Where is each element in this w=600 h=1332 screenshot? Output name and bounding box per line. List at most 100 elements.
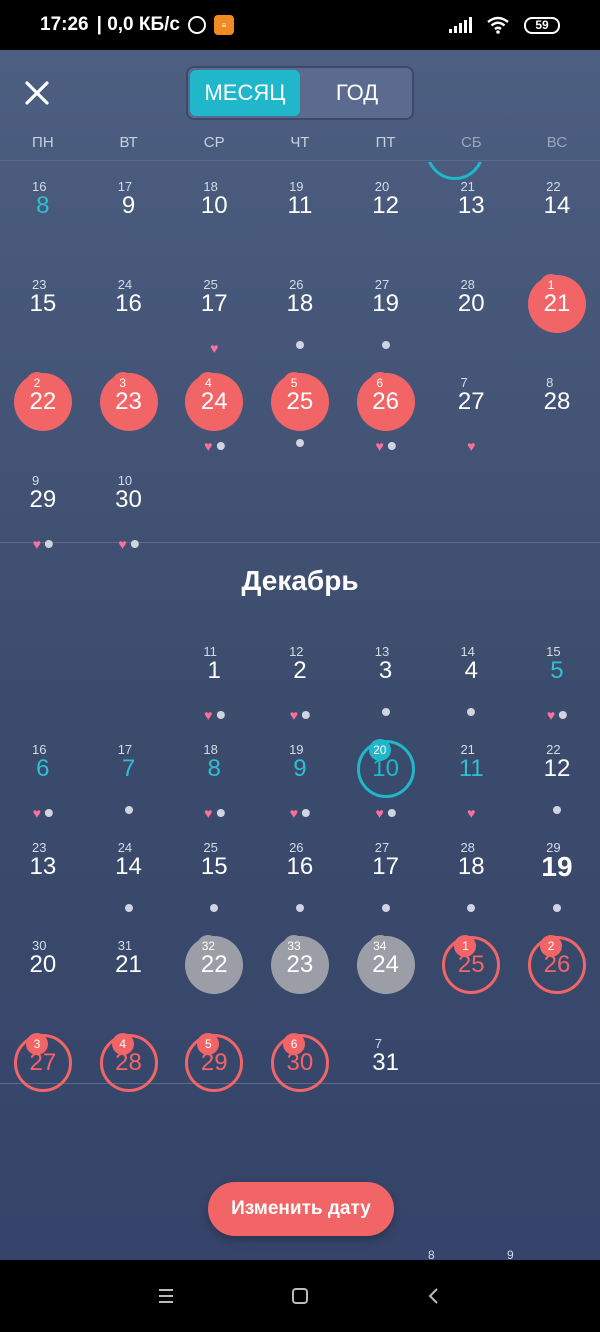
weekday-labels: ПН ВТ СР ЧТ ПТ СБ ВС — [0, 134, 600, 151]
day-number: 12 — [372, 192, 399, 219]
day-number: 19 — [541, 851, 573, 882]
calendar-day[interactable]: 18 26 — [257, 220, 343, 349]
cycle-day-badge: 3 — [26, 1033, 48, 1055]
calendar-day[interactable]: 24 4 ♥ — [171, 318, 257, 453]
calendar-day[interactable]: 13 23 — [0, 783, 86, 881]
close-icon[interactable] — [22, 78, 52, 108]
back-icon[interactable] — [422, 1284, 446, 1308]
cycle-day-label: 16 — [32, 179, 47, 194]
calendar-day[interactable]: 21 31 — [86, 881, 172, 979]
calendar-scroll[interactable]: 8 16 9 17 10 18 11 19 12 20 13 21 14 22 15 23 16 24 17 25 ♥ 1… — [0, 162, 600, 1260]
calendar-day[interactable]: 16 24 — [86, 220, 172, 318]
cycle-day-label: 18 — [203, 179, 218, 194]
week-row: 8 16 9 17 10 18 11 19 12 20 13 21 14 22 — [0, 162, 600, 220]
calendar-day[interactable]: 14 24 — [86, 783, 172, 912]
status-speed: | 0,0 КБ/с — [96, 14, 180, 35]
day-number: 24 — [372, 951, 399, 978]
calendar-day[interactable]: 30 10 ♥ — [86, 416, 172, 551]
calendar-day[interactable]: 9 17 — [86, 162, 172, 220]
calendar-day[interactable]: 12 22 — [514, 685, 600, 814]
day-number: 21 — [115, 951, 142, 978]
calendar-day[interactable]: 29 5 — [171, 979, 257, 1092]
calendar-day[interactable]: 23 33 — [257, 881, 343, 994]
tab-month[interactable]: МЕСЯЦ — [190, 70, 300, 116]
weekday-sun: ВС — [546, 134, 568, 151]
calendar-day[interactable]: 15 23 — [0, 220, 86, 318]
menu-icon[interactable] — [154, 1284, 178, 1308]
calendar-day[interactable]: 9 19 ♥ — [257, 685, 343, 820]
calendar-day[interactable]: 27 7 ♥ — [428, 318, 514, 453]
calendar-day[interactable]: 8 16 — [0, 162, 86, 220]
cycle-day-label: 24 — [117, 277, 133, 292]
calendar-day[interactable]: 19 27 — [343, 220, 429, 349]
day-marks: ♥ — [118, 537, 139, 551]
calendar-day[interactable]: 23 3 — [86, 318, 172, 431]
calendar-day[interactable]: 25 5 — [257, 318, 343, 447]
day-number: 1 — [207, 657, 221, 684]
calendar-day[interactable]: 11 21 ♥ — [428, 685, 514, 820]
day-number: 27 — [457, 388, 485, 415]
calendar-day[interactable]: 25 1 — [428, 881, 514, 994]
calendar-day[interactable]: 20 30 — [0, 881, 86, 979]
cycle-day-label: 19 — [289, 179, 304, 194]
day-number: 30 — [115, 486, 142, 513]
cycle-day-label: 25 — [203, 277, 218, 292]
week-row: 13 23 14 24 15 25 16 26 17 27 18 28 19 29 — [0, 783, 600, 912]
calendar-day[interactable]: 14 22 — [514, 162, 600, 220]
calendar-day[interactable]: 3 13 — [343, 587, 429, 716]
calendar-day[interactable]: 29 9 ♥ — [0, 416, 86, 551]
december-grid: 1 11 ♥ 2 12 ♥ 3 13 4 14 5 15 ♥ 6 16 ♥ 7 17 8 18 ♥ 9 19 ♥ 10 20 ♥ 11… — [0, 587, 600, 1092]
calendar-day[interactable]: 22 2 — [0, 318, 86, 431]
calendar-day[interactable]: 20 28 — [428, 220, 514, 318]
empty-day — [257, 416, 343, 514]
calendar-day[interactable]: 17 27 — [343, 783, 429, 912]
calendar-day[interactable]: 6 16 ♥ — [0, 685, 86, 820]
week-row: 27 3 28 4 29 5 30 6 31 7 — [0, 979, 600, 1092]
app-notification-icon: ≡ — [214, 15, 234, 35]
day-number: 4 — [464, 657, 478, 684]
calendar-day[interactable]: 10 18 — [171, 162, 257, 220]
calendar-day[interactable]: 28 8 — [514, 318, 600, 416]
calendar-day[interactable]: 10 20 ♥ — [343, 685, 429, 820]
calendar-day[interactable]: 19 29 — [514, 783, 600, 912]
calendar-day[interactable]: 13 21 — [428, 162, 514, 220]
view-mode-toggle: МЕСЯЦ ГОД — [186, 66, 414, 120]
calendar-day[interactable]: 26 6 ♥ — [343, 318, 429, 453]
day-number: 22 — [200, 951, 228, 978]
calendar-day[interactable]: 1 11 ♥ — [171, 587, 257, 722]
day-number: 11 — [287, 192, 313, 219]
cycle-day-label: 15 — [546, 644, 561, 659]
calendar-day[interactable]: 30 6 — [257, 979, 343, 1092]
calendar-day[interactable]: 31 7 — [343, 979, 429, 1077]
day-number: 15 — [200, 853, 228, 880]
calendar-day[interactable]: 2 12 ♥ — [257, 587, 343, 722]
calendar-day[interactable]: 26 2 — [514, 881, 600, 994]
day-number: 21 — [543, 290, 571, 317]
calendar-day[interactable]: 28 4 — [86, 979, 172, 1092]
change-date-button[interactable]: Изменить дату — [208, 1182, 394, 1236]
calendar-day[interactable]: 4 14 — [428, 587, 514, 716]
calendar-day[interactable]: 16 26 — [257, 783, 343, 912]
day-number: 16 — [115, 290, 142, 317]
calendar-day[interactable]: 7 17 — [86, 685, 172, 814]
signal-icon — [449, 17, 472, 33]
calendar-day[interactable]: 27 3 — [0, 979, 86, 1092]
cycle-day-label: 13 — [374, 644, 390, 659]
calendar-day[interactable]: 18 28 — [428, 783, 514, 912]
calendar-day[interactable]: 17 25 ♥ — [171, 220, 257, 355]
calendar-day[interactable]: 8 18 ♥ — [171, 685, 257, 820]
calendar-day[interactable]: 22 32 — [171, 881, 257, 994]
calendar-day[interactable]: 11 19 — [257, 162, 343, 220]
calendar-day[interactable]: 12 20 — [343, 162, 429, 220]
calendar-day[interactable]: 5 15 ♥ — [514, 587, 600, 722]
tab-year[interactable]: ГОД — [302, 68, 412, 118]
weekday-thu: ЧТ — [290, 134, 310, 151]
home-icon[interactable] — [288, 1284, 312, 1308]
calendar-day[interactable]: 24 34 — [343, 881, 429, 994]
calendar-day[interactable]: 21 1 — [514, 220, 600, 333]
calendar-day[interactable]: 15 25 — [171, 783, 257, 912]
empty-day — [171, 416, 257, 514]
cycle-day-label: 23 — [32, 840, 47, 855]
status-bar: 17:26 | 0,0 КБ/с ≡ 59 — [0, 0, 600, 50]
day-number: 18 — [457, 853, 485, 880]
